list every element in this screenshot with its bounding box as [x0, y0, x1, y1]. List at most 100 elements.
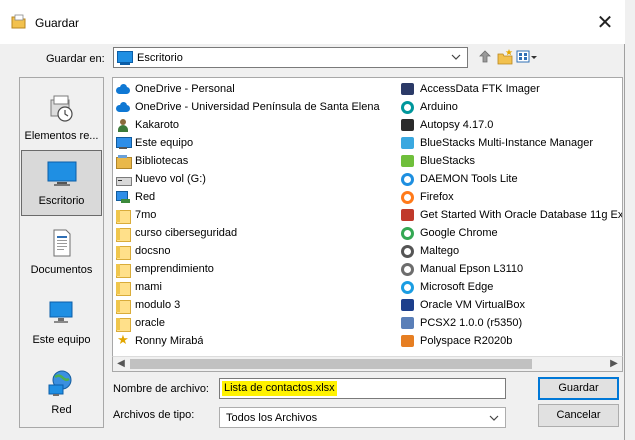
- list-item[interactable]: emprendimiento: [115, 260, 395, 278]
- recent-items-icon: [50, 95, 73, 122]
- place-documents[interactable]: Documentos: [21, 220, 102, 286]
- title-bar: Guardar ✕: [0, 0, 625, 44]
- list-item[interactable]: Red: [115, 188, 395, 206]
- file-list[interactable]: OneDrive - Personal OneDrive - Universida…: [112, 77, 623, 372]
- folder-icon: [115, 208, 131, 224]
- up-folder-icon[interactable]: [477, 48, 493, 66]
- list-item[interactable]: Microsoft Edge: [400, 278, 622, 296]
- folder-icon: [115, 226, 131, 242]
- list-item[interactable]: DAEMON Tools Lite: [400, 170, 622, 188]
- list-item[interactable]: Arduino: [400, 98, 622, 116]
- list-item[interactable]: Get Started With Oracle Database 11g Exp…: [400, 206, 622, 224]
- list-item[interactable]: ★ Ronny Mirabá: [115, 332, 395, 350]
- list-item[interactable]: Autopsy 4.17.0: [400, 116, 622, 134]
- list-item[interactable]: Este equipo: [115, 134, 395, 152]
- onedrive-cloud-icon: [115, 82, 131, 96]
- list-item[interactable]: Polyspace R2020b: [400, 332, 622, 350]
- file-list-column-right: AccessData FTK Imager Arduino Autopsy 4.17…: [400, 80, 622, 350]
- list-item-label: OneDrive - Personal: [135, 83, 235, 95]
- cancel-button[interactable]: Cancelar: [538, 404, 619, 427]
- list-item-label: Get Started With Oracle Database 11g Exp…: [420, 209, 622, 221]
- horizontal-scrollbar[interactable]: ◀ ▶: [112, 356, 623, 372]
- place-label: Este equipo: [32, 334, 91, 346]
- filename-input[interactable]: Lista de contactos.xlsx: [219, 378, 506, 399]
- list-item[interactable]: BlueStacks: [400, 152, 622, 170]
- app-shortcut-icon: [400, 262, 416, 276]
- save-button[interactable]: Guardar: [538, 377, 619, 400]
- place-label: Escritorio: [38, 195, 85, 207]
- list-item[interactable]: AccessData FTK Imager: [400, 80, 622, 98]
- list-item[interactable]: Bibliotecas: [115, 152, 395, 170]
- place-this-pc[interactable]: Este equipo: [21, 290, 102, 356]
- file-list-column-left: OneDrive - Personal OneDrive - Universida…: [115, 80, 395, 350]
- filename-value: Lista de contactos.xlsx: [222, 381, 337, 396]
- scroll-left-icon[interactable]: ◀: [113, 357, 129, 371]
- list-item-label: Oracle VM VirtualBox: [420, 299, 525, 311]
- list-item[interactable]: modulo 3: [115, 296, 395, 314]
- app-shortcut-icon: [400, 334, 416, 348]
- list-item-label: docsno: [135, 245, 171, 257]
- save-dialog-icon: [11, 14, 26, 29]
- window-title: Guardar: [35, 16, 80, 30]
- list-item[interactable]: Manual Epson L3110: [400, 260, 622, 278]
- app-shortcut-icon: [400, 100, 416, 114]
- list-item[interactable]: oracle: [115, 314, 395, 332]
- list-item[interactable]: OneDrive - Personal: [115, 80, 395, 98]
- list-item[interactable]: Firefox: [400, 188, 622, 206]
- list-item[interactable]: Nuevo vol (G:): [115, 170, 395, 188]
- save-in-dropdown[interactable]: Escritorio: [113, 47, 468, 68]
- favorite-star-icon: ★: [117, 333, 129, 348]
- folder-icon: [115, 298, 131, 314]
- list-item[interactable]: curso ciberseguridad: [115, 224, 395, 242]
- user-folder-icon: [115, 118, 131, 132]
- place-network[interactable]: Red: [21, 360, 102, 426]
- list-item[interactable]: PCSX2 1.0.0 (r5350): [400, 314, 622, 332]
- list-item-label: Firefox: [420, 191, 454, 203]
- list-item-label: BlueStacks Multi-Instance Manager: [420, 137, 594, 149]
- list-item[interactable]: Oracle VM VirtualBox: [400, 296, 622, 314]
- scrollbar-thumb[interactable]: [130, 359, 532, 369]
- place-recent-items[interactable]: Elementos re...: [21, 86, 102, 152]
- save-in-value: Escritorio: [137, 52, 183, 64]
- list-item[interactable]: Google Chrome: [400, 224, 622, 242]
- list-item-label: Google Chrome: [420, 227, 498, 239]
- list-item-label: oracle: [135, 317, 165, 329]
- list-item[interactable]: mami: [115, 278, 395, 296]
- list-item-label: OneDrive - Universidad Península de Sant…: [135, 101, 380, 113]
- list-item-label: Manual Epson L3110: [420, 263, 524, 275]
- list-item[interactable]: BlueStacks Multi-Instance Manager: [400, 134, 622, 152]
- folder-icon: [115, 262, 131, 278]
- chevron-down-icon: [451, 54, 461, 60]
- list-item-label: mami: [135, 281, 162, 293]
- list-item-label: Autopsy 4.17.0: [420, 119, 494, 131]
- places-bar: Elementos re... Escritorio Documentos Es…: [19, 77, 104, 428]
- app-shortcut-icon: [400, 244, 416, 258]
- close-icon[interactable]: ✕: [590, 6, 620, 38]
- list-item[interactable]: 7mo: [115, 206, 395, 224]
- list-item-label: modulo 3: [135, 299, 181, 311]
- scroll-right-icon[interactable]: ▶: [606, 357, 622, 371]
- list-item[interactable]: Kakaroto: [115, 116, 395, 134]
- list-item-label: Polyspace R2020b: [420, 335, 513, 347]
- documents-icon: [53, 229, 71, 257]
- app-shortcut-icon: [400, 298, 416, 312]
- new-folder-icon[interactable]: [497, 48, 513, 66]
- list-item-label: BlueStacks: [420, 155, 476, 167]
- app-shortcut-icon: [400, 154, 416, 168]
- list-item[interactable]: OneDrive - Universidad Península de Sant…: [115, 98, 395, 116]
- list-item-label: AccessData FTK Imager: [420, 83, 540, 95]
- app-shortcut-icon: [400, 316, 416, 330]
- views-menu-icon[interactable]: [516, 48, 538, 66]
- list-item-label: emprendimiento: [135, 263, 214, 275]
- folder-icon: [115, 244, 131, 260]
- list-item-label: 7mo: [135, 209, 157, 221]
- app-shortcut-icon: [400, 82, 416, 96]
- app-shortcut-icon: [400, 208, 416, 222]
- list-item[interactable]: docsno: [115, 242, 395, 260]
- list-item-label: Ronny Mirabá: [135, 335, 204, 347]
- folder-icon: [115, 316, 131, 332]
- app-shortcut-icon: [400, 172, 416, 186]
- place-desktop[interactable]: Escritorio: [21, 150, 102, 216]
- list-item[interactable]: Maltego: [400, 242, 622, 260]
- filetype-dropdown[interactable]: Todos los Archivos: [219, 407, 506, 428]
